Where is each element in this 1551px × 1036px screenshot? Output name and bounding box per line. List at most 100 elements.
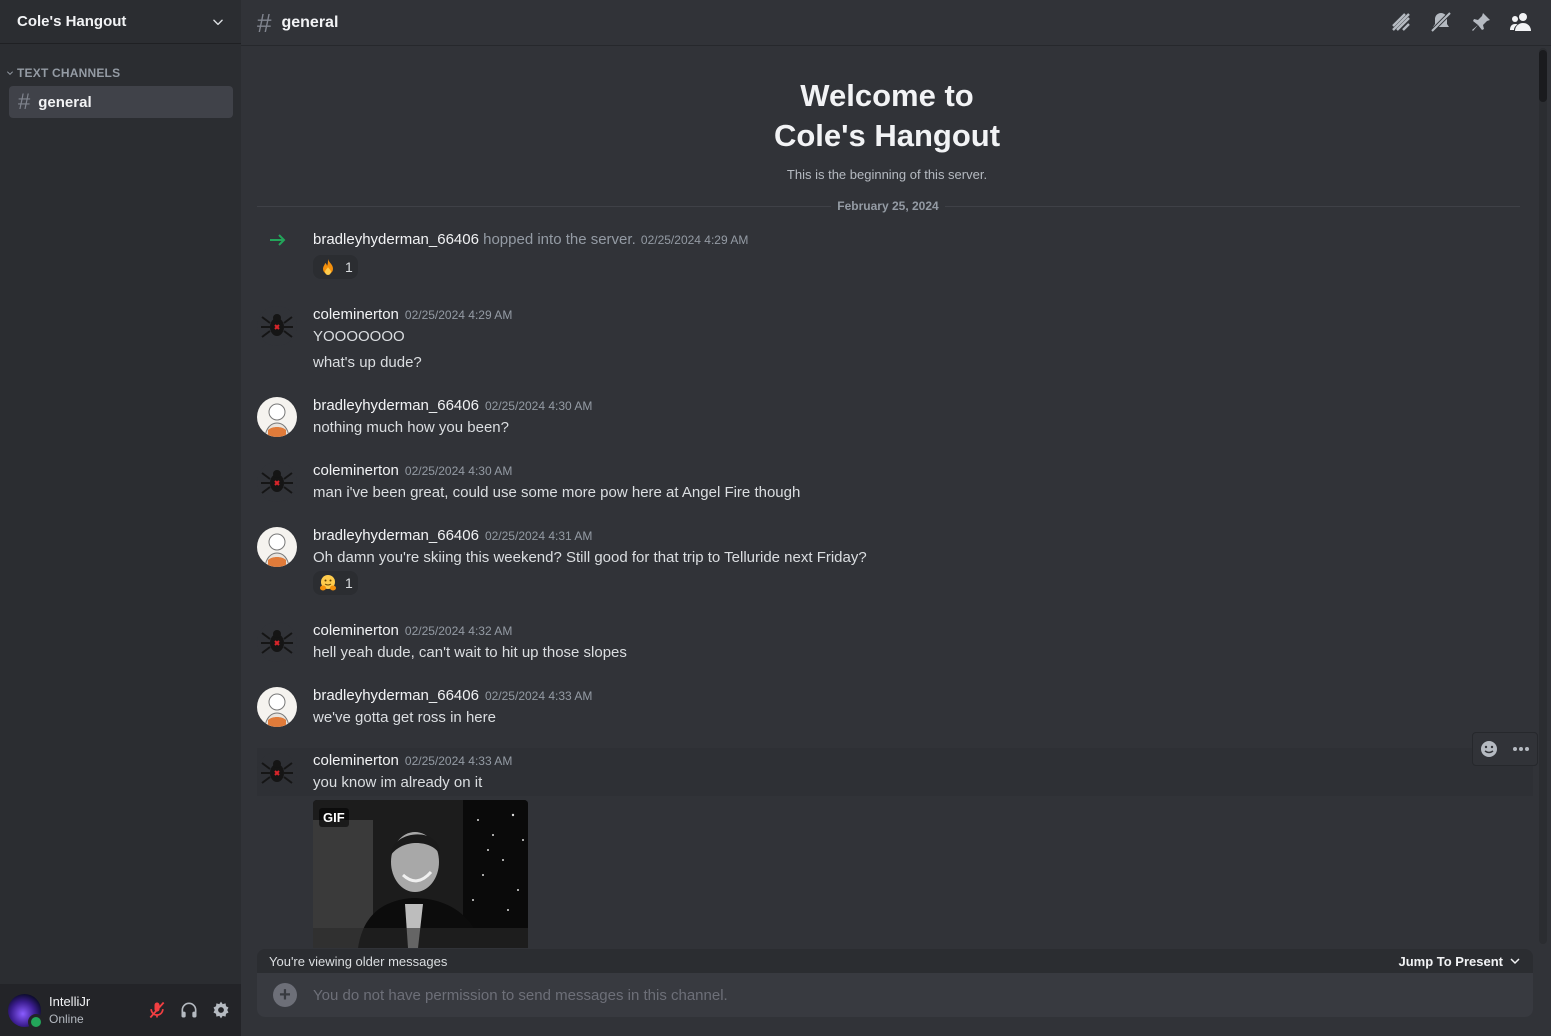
- message: coleminerton 02/25/2024 4:33 AM you know …: [257, 748, 1533, 796]
- gif-attachment[interactable]: GIF: [313, 800, 528, 948]
- message-timestamp: 02/25/2024 4:33 AM: [484, 689, 593, 703]
- welcome-title-line2: Cole's Hangout: [773, 118, 1001, 153]
- jump-to-present-button[interactable]: Jump To Present: [1398, 954, 1521, 969]
- user-panel: IntelliJr Online: [0, 984, 241, 1036]
- headphones-icon: [181, 1002, 197, 1018]
- message-timestamp: 02/25/2024 4:30 AM: [404, 464, 513, 478]
- hashtag-icon: #: [18, 89, 31, 114]
- avatar[interactable]: [257, 752, 297, 792]
- category-label: TEXT CHANNELS: [17, 66, 121, 80]
- message: coleminerton 02/25/2024 4:32 AM hell yeah…: [257, 622, 1533, 666]
- sidebar-item-general[interactable]: # general: [9, 86, 233, 118]
- chevron-down-icon: [1510, 958, 1520, 965]
- add-reaction-icon[interactable]: [1479, 739, 1499, 759]
- threads-button[interactable]: [1381, 8, 1421, 36]
- reaction-count: 1: [345, 259, 353, 275]
- avatar[interactable]: [257, 622, 297, 662]
- user-info[interactable]: IntelliJr Online: [49, 994, 141, 1026]
- message-author[interactable]: coleminerton: [313, 752, 399, 769]
- system-message: bradleyhyderman_66406 hopped into the se…: [257, 228, 1533, 284]
- message: bradleyhyderman_66406 02/25/2024 4:30 AM …: [257, 397, 1533, 441]
- chat-area: # general Welcome to Cole's Hangout This…: [241, 0, 1551, 1036]
- message-author[interactable]: bradleyhyderman_66406: [313, 527, 479, 544]
- message-timestamp: 02/25/2024 4:32 AM: [404, 624, 513, 638]
- message: coleminerton 02/25/2024 4:30 AM man i've …: [257, 462, 1533, 506]
- date-divider: February 25, 2024: [831, 199, 945, 213]
- server-name: Cole's Hangout: [17, 13, 127, 30]
- page-title: general: [281, 13, 339, 31]
- reaction-button[interactable]: 1: [313, 255, 358, 279]
- message-text: we've gotta get ross in here: [313, 709, 496, 726]
- gear-icon: [213, 1001, 229, 1019]
- user-status: Online: [49, 1012, 84, 1026]
- message-author[interactable]: coleminerton: [313, 306, 399, 323]
- scrollbar-track[interactable]: [1539, 48, 1547, 944]
- avatar[interactable]: [257, 687, 297, 727]
- message-author[interactable]: bradleyhyderman_66406: [313, 397, 479, 414]
- avatar[interactable]: [257, 397, 297, 437]
- message-text: man i've been great, could use some more…: [313, 484, 801, 501]
- notification-settings-button[interactable]: [1421, 8, 1461, 36]
- welcome-title-line1: Welcome to: [800, 78, 974, 113]
- message-text: nothing much how you been?: [313, 419, 509, 436]
- members-icon: [1510, 13, 1531, 31]
- older-messages-bar: You're viewing older messages Jump To Pr…: [257, 949, 1533, 973]
- message-author[interactable]: bradleyhyderman_66406: [313, 687, 479, 704]
- user-name: IntelliJr: [49, 994, 91, 1009]
- message: bradleyhyderman_66406 02/25/2024 4:31 AM …: [257, 527, 1533, 599]
- message-author[interactable]: coleminerton: [313, 462, 399, 479]
- server-header[interactable]: Cole's Hangout: [0, 0, 241, 44]
- scrollbar-thumb[interactable]: [1539, 50, 1547, 102]
- message-timestamp: 02/25/2024 4:29 AM: [404, 308, 513, 322]
- reaction-button[interactable]: 1: [313, 571, 358, 595]
- more-options-icon[interactable]: [1511, 739, 1531, 759]
- system-text: hopped into the server.: [483, 231, 636, 248]
- reaction-count: 1: [345, 575, 353, 591]
- mute-button[interactable]: [141, 994, 173, 1026]
- fire-emoji-icon: [319, 258, 337, 276]
- threads-icon: [1392, 13, 1410, 31]
- avatar[interactable]: [257, 527, 297, 567]
- channel-sidebar: Cole's Hangout TEXT CHANNELS # general I…: [0, 0, 241, 1036]
- composer-placeholder: You do not have permission to send messa…: [313, 986, 728, 1004]
- message-text: Oh damn you're skiing this weekend? Stil…: [313, 549, 867, 566]
- avatar[interactable]: [257, 462, 297, 502]
- hugging-face-emoji-icon: [319, 574, 337, 592]
- message-timestamp: 02/25/2024 4:30 AM: [484, 399, 593, 413]
- sidebar-item-label: general: [38, 93, 92, 111]
- hashtag-icon: #: [257, 7, 272, 38]
- message-timestamp: 02/25/2024 4:31 AM: [484, 529, 593, 543]
- chevron-down-icon: [213, 19, 223, 25]
- older-messages-text: You're viewing older messages: [269, 953, 448, 969]
- member-list-button[interactable]: [1501, 8, 1541, 36]
- gif-badge: GIF: [319, 808, 349, 827]
- jump-label: Jump To Present: [1398, 953, 1503, 969]
- pin-icon: [1472, 13, 1490, 31]
- join-arrow-icon: [270, 234, 286, 246]
- message-text: what's up dude?: [313, 354, 422, 371]
- avatar[interactable]: [8, 993, 44, 1030]
- bell-muted-icon: [1430, 11, 1452, 33]
- user-settings-button[interactable]: [205, 994, 237, 1026]
- online-status-icon: [28, 1013, 44, 1030]
- message-text: you know im already on it: [313, 774, 483, 791]
- message-text: YOOOOOOO: [313, 328, 405, 345]
- message-actions: [1472, 732, 1538, 766]
- message-composer: + You do not have permission to send mes…: [257, 973, 1533, 1017]
- message-author[interactable]: bradleyhyderman_66406: [313, 231, 479, 248]
- chevron-down-icon: [6, 71, 14, 76]
- deafen-button[interactable]: [173, 994, 205, 1026]
- avatar[interactable]: [257, 306, 297, 346]
- pinned-messages-button[interactable]: [1461, 8, 1501, 36]
- message: bradleyhyderman_66406 02/25/2024 4:33 AM …: [257, 687, 1533, 731]
- welcome-subtitle: This is the beginning of this server.: [786, 167, 988, 182]
- message-author[interactable]: coleminerton: [313, 622, 399, 639]
- message-text: hell yeah dude, can't wait to hit up tho…: [313, 644, 627, 661]
- add-attachment-icon: +: [273, 983, 297, 1007]
- message-timestamp: 02/25/2024 4:29 AM: [640, 233, 749, 247]
- microphone-muted-icon: [149, 1001, 165, 1019]
- category-text-channels[interactable]: TEXT CHANNELS: [6, 66, 120, 80]
- message: coleminerton 02/25/2024 4:29 AM YOOOOOOO …: [257, 306, 1533, 376]
- message-timestamp: 02/25/2024 4:33 AM: [404, 754, 513, 768]
- channel-header: # general: [241, 0, 1551, 46]
